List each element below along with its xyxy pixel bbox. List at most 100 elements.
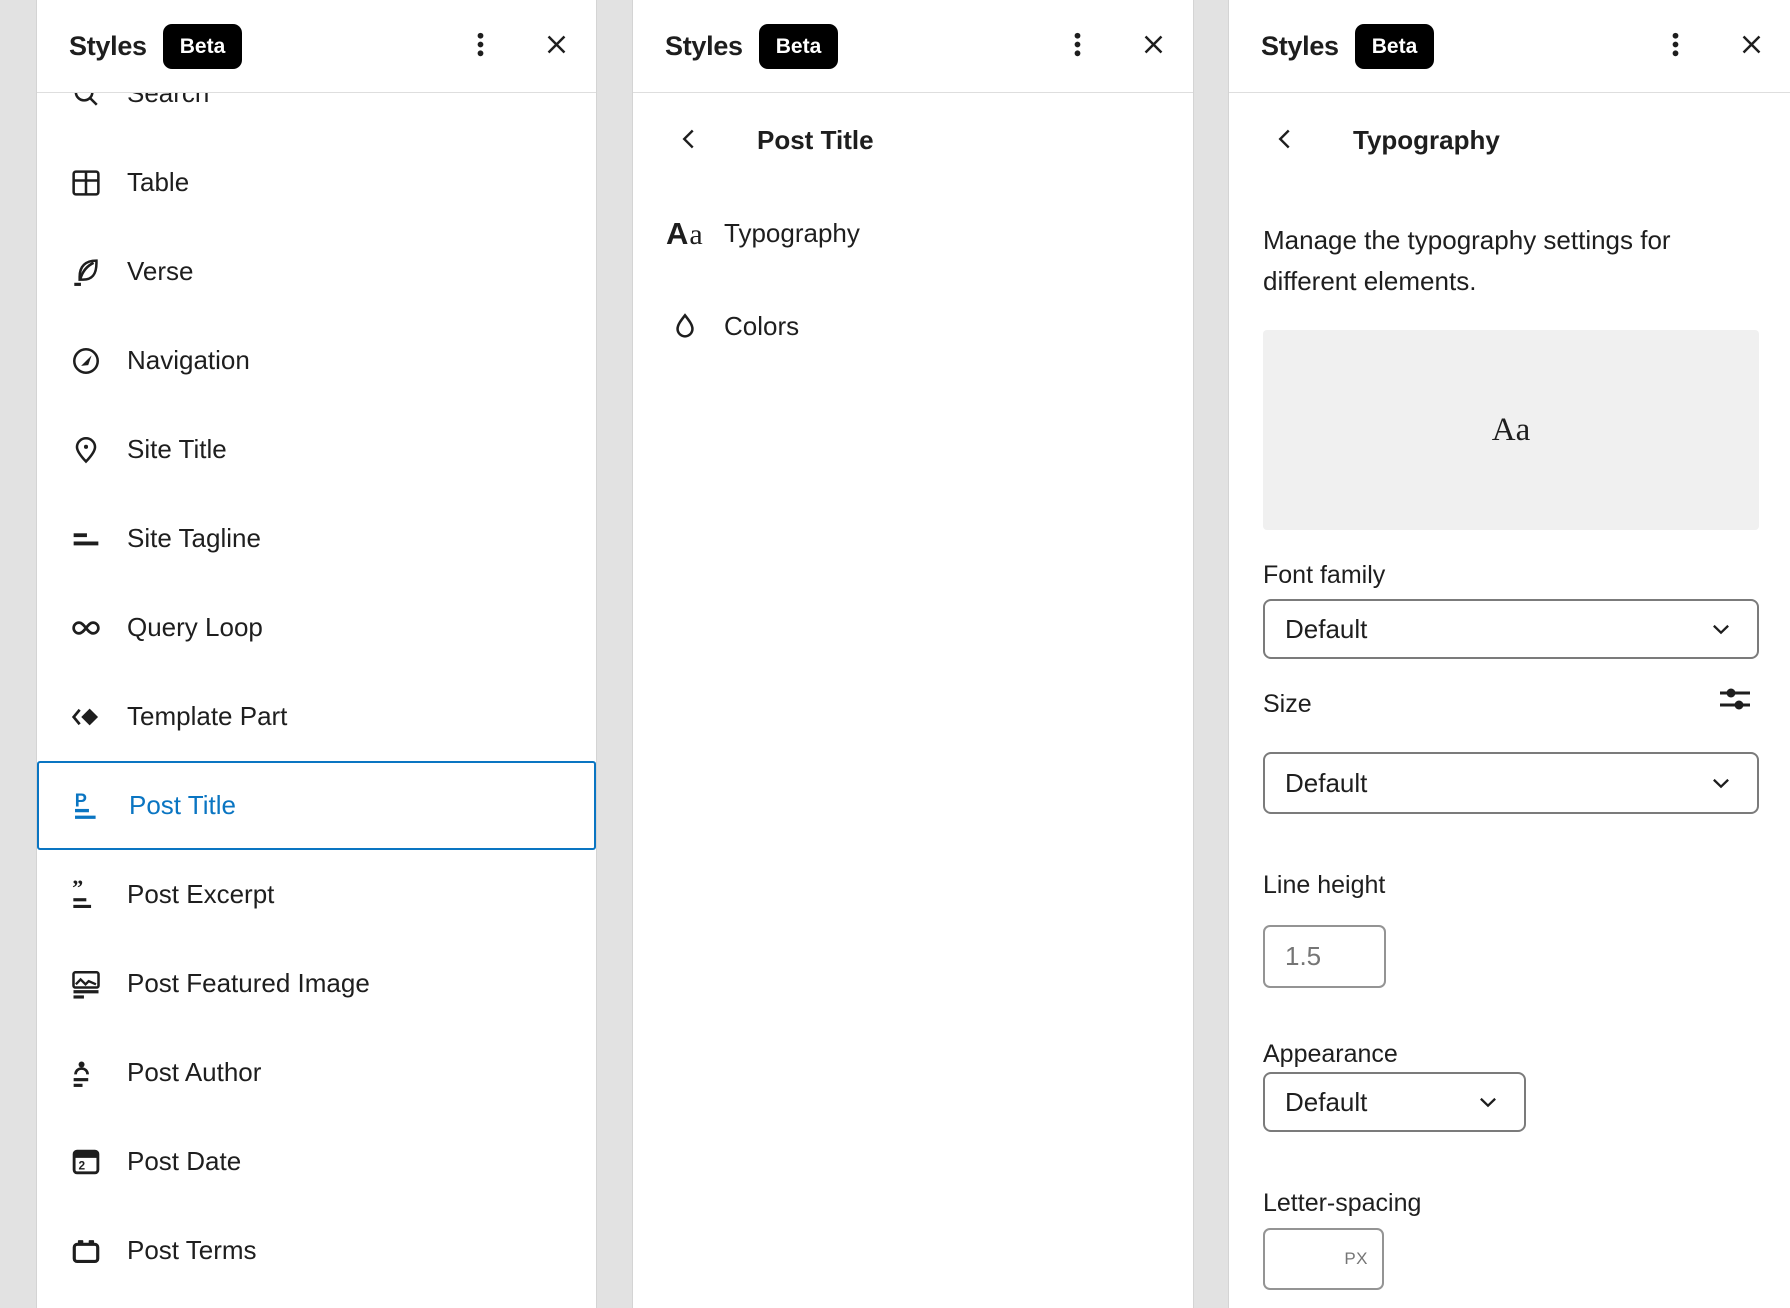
panel-title: Styles <box>665 31 743 62</box>
block-item-post-title[interactable]: P Post Title <box>37 761 596 850</box>
chevron-left-icon <box>1269 123 1301 158</box>
block-item-label: Post Date <box>127 1146 241 1177</box>
menu-item-colors[interactable]: Colors <box>633 280 1193 373</box>
post-excerpt-icon: ” <box>67 876 105 914</box>
options-menu-button[interactable] <box>460 26 500 66</box>
font-family-label: Font family <box>1263 561 1385 590</box>
post-terms-icon <box>67 1232 105 1270</box>
svg-text:2: 2 <box>79 1158 86 1172</box>
post-title-menu: Aa Typography Colors <box>633 187 1193 373</box>
block-item-post-author[interactable]: Post Author <box>37 1028 596 1117</box>
back-button[interactable] <box>1265 120 1305 160</box>
block-item-site-title[interactable]: Site Title <box>37 405 596 494</box>
size-value: Default <box>1285 768 1367 799</box>
block-item-label: Post Title <box>129 790 236 821</box>
block-item-template-part[interactable]: Template Part <box>37 672 596 761</box>
block-item-navigation[interactable]: Navigation <box>37 316 596 405</box>
table-icon <box>67 164 105 202</box>
close-icon <box>1137 28 1170 64</box>
post-author-icon <box>67 1054 105 1092</box>
post-title-icon: P <box>69 787 107 825</box>
line-height-input[interactable] <box>1263 925 1386 988</box>
panel-header: Styles Beta <box>633 0 1193 93</box>
block-item-label: Template Part <box>127 701 287 732</box>
svg-text:”: ” <box>72 876 83 900</box>
appearance-label: Appearance <box>1263 1040 1398 1069</box>
site-title-icon <box>67 431 105 469</box>
font-family-select[interactable]: Default <box>1263 599 1759 659</box>
panel-header: Styles Beta <box>37 0 596 93</box>
styles-sidebar-screenshot: SearchTableVerseNavigationSite TitleSite… <box>0 0 1790 1308</box>
block-item-verse[interactable]: Verse <box>37 227 596 316</box>
colors-icon <box>666 308 712 346</box>
dots-vertical-icon <box>1061 28 1094 64</box>
panel-title: Styles <box>1261 31 1339 62</box>
block-item-label: Site Tagline <box>127 523 261 554</box>
dots-vertical-icon <box>1659 28 1692 64</box>
letter-spacing-label: Letter-spacing <box>1263 1189 1421 1218</box>
screen-title: Post Title <box>757 125 874 156</box>
menu-item-typography[interactable]: Aa Typography <box>633 187 1193 280</box>
beta-badge: Beta <box>759 24 839 69</box>
block-item-post-terms[interactable]: Post Terms <box>37 1206 596 1295</box>
line-height-label: Line height <box>1263 871 1385 900</box>
block-item-query-loop[interactable]: Query Loop <box>37 583 596 672</box>
svg-text:P: P <box>75 790 87 810</box>
block-item-label: Table <box>127 167 189 198</box>
close-icon <box>540 28 573 64</box>
chevron-down-icon <box>1705 616 1737 642</box>
styles-panel-typography: Styles Beta Typography Manage the typogr… <box>1228 0 1790 1308</box>
query-loop-icon <box>67 609 105 647</box>
options-menu-button[interactable] <box>1655 26 1695 66</box>
styles-panel-block-list: SearchTableVerseNavigationSite TitleSite… <box>36 0 597 1308</box>
panel-header: Styles Beta <box>1229 0 1790 93</box>
dots-vertical-icon <box>464 28 497 64</box>
beta-badge: Beta <box>1355 24 1435 69</box>
post-date-icon: 2 <box>67 1143 105 1181</box>
close-button[interactable] <box>536 26 576 66</box>
block-item-label: Site Title <box>127 434 227 465</box>
block-item-label: Post Author <box>127 1057 261 1088</box>
block-item-post-date[interactable]: 2 Post Date <box>37 1117 596 1206</box>
block-item-label: Verse <box>127 256 194 287</box>
block-item-post-excerpt[interactable]: ” Post Excerpt <box>37 850 596 939</box>
close-button[interactable] <box>1133 26 1173 66</box>
font-family-value: Default <box>1285 614 1367 645</box>
screen-header: Post Title <box>633 93 1193 187</box>
options-menu-button[interactable] <box>1057 26 1097 66</box>
styles-panel-post-title: Styles Beta Post Title Aa Typography Color… <box>632 0 1194 1308</box>
chevron-down-icon <box>1472 1089 1504 1115</box>
back-button[interactable] <box>669 120 709 160</box>
appearance-value: Default <box>1285 1087 1367 1118</box>
block-item-label: Post Excerpt <box>127 879 274 910</box>
block-item-label: Post Featured Image <box>127 968 370 999</box>
close-icon <box>1735 28 1768 64</box>
block-item-label: Query Loop <box>127 612 263 643</box>
block-item-post-featured-image[interactable]: Post Featured Image <box>37 939 596 1028</box>
navigation-icon <box>67 342 105 380</box>
beta-badge: Beta <box>163 24 243 69</box>
typography-icon: Aa <box>666 216 712 252</box>
block-item-label: Navigation <box>127 345 250 376</box>
chevron-down-icon <box>1705 770 1737 796</box>
verse-icon <box>67 253 105 291</box>
block-item-site-tagline[interactable]: Site Tagline <box>37 494 596 583</box>
size-settings-button[interactable] <box>1713 678 1757 722</box>
block-list: SearchTableVerseNavigationSite TitleSite… <box>37 49 596 1295</box>
size-select[interactable]: Default <box>1263 752 1759 814</box>
appearance-select[interactable]: Default <box>1263 1072 1526 1132</box>
screen-header: Typography <box>1229 93 1790 187</box>
screen-title: Typography <box>1353 125 1500 156</box>
size-label: Size <box>1263 690 1312 719</box>
typography-description: Manage the typography settings for diffe… <box>1263 220 1733 302</box>
sliders-icon <box>1713 707 1757 722</box>
letter-spacing-input-wrap: PX <box>1263 1228 1384 1290</box>
close-button[interactable] <box>1731 26 1771 66</box>
letter-spacing-input[interactable] <box>1265 1230 1329 1288</box>
block-item-label: Post Terms <box>127 1235 257 1266</box>
menu-item-label: Typography <box>724 218 860 249</box>
block-item-table[interactable]: Table <box>37 138 596 227</box>
chevron-left-icon <box>673 123 705 158</box>
panel-title: Styles <box>69 31 147 62</box>
post-featured-image-icon <box>67 965 105 1003</box>
